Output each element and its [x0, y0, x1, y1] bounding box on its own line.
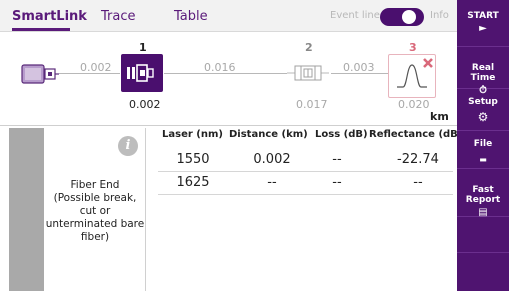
- col-header-distance: Distance (km): [229, 129, 308, 140]
- cell-laser: 1550: [176, 152, 210, 167]
- cell-distance: --: [267, 175, 277, 190]
- tab-bar: SmartLink Trace Table Event line Info: [0, 0, 457, 32]
- event-1-connector[interactable]: [121, 54, 163, 92]
- file-label: File: [473, 139, 493, 149]
- event-1-number: 1: [139, 41, 147, 54]
- start-button[interactable]: START ►: [457, 0, 509, 47]
- tab-trace[interactable]: Trace: [101, 9, 136, 24]
- event-info-panel: i Fiber End (Possible break, cut or unte…: [44, 128, 146, 291]
- info-label: Info: [430, 10, 449, 21]
- cell-loss: --: [332, 175, 342, 190]
- play-icon: ►: [479, 23, 487, 34]
- event-1-position: 0.002: [129, 98, 161, 111]
- menu-empty-slot: [457, 217, 509, 253]
- cell-distance: 0.002: [253, 152, 291, 167]
- real-time-label: Real Time: [470, 63, 496, 83]
- cell-laser: 1625: [176, 175, 210, 190]
- tab-table[interactable]: Table: [174, 9, 208, 24]
- row-divider: [158, 194, 453, 195]
- info-icon[interactable]: i: [118, 136, 138, 156]
- cell-reflectance: --: [413, 175, 423, 190]
- launch-cable-icon: [21, 63, 59, 85]
- distance-unit: km: [430, 110, 449, 123]
- segment-distance-1: 0.002: [80, 61, 112, 74]
- event-3-fiber-end[interactable]: [388, 54, 436, 98]
- event-2-splice[interactable]: [287, 54, 329, 92]
- event-line-label: Event line: [330, 10, 380, 21]
- setup-button[interactable]: Setup ⚙: [457, 89, 509, 131]
- fast-report-label: Fast Report: [465, 185, 501, 205]
- fast-report-button[interactable]: Fast Report ▤: [457, 169, 509, 218]
- fiber-end-reflection-icon: [397, 58, 433, 88]
- tab-smartlink[interactable]: SmartLink: [12, 9, 87, 24]
- event-color-strip: [9, 128, 44, 291]
- start-label: START: [467, 11, 499, 21]
- file-button[interactable]: File ▬: [457, 131, 509, 169]
- connector-icon: [127, 64, 154, 82]
- splice-icon: [287, 65, 329, 81]
- event-2-number: 2: [305, 41, 313, 54]
- col-header-reflectance: Reflectance (dB): [369, 129, 463, 140]
- col-header-loss: Loss (dB): [315, 129, 368, 140]
- results-table: Laser (nm) Distance (km) Loss (dB) Refle…: [150, 128, 462, 291]
- row-divider: [158, 171, 453, 172]
- folder-icon: ▬: [479, 155, 487, 164]
- event-description: Fiber End (Possible break, cut or unterm…: [45, 179, 145, 243]
- smartlink-diagram: 0.002 0.016 0.003 1 0.002 2 0.017 3 0.02…: [0, 33, 457, 126]
- active-tab-indicator: [12, 28, 70, 31]
- event-2-position: 0.017: [296, 98, 328, 111]
- segment-distance-3: 0.003: [343, 61, 375, 74]
- side-menu: START ► Real Time ⏱ Setup ⚙ File ▬ Fast …: [457, 0, 509, 291]
- cell-loss: --: [332, 152, 342, 167]
- toggle-knob: [402, 10, 416, 24]
- segment-distance-2: 0.016: [204, 61, 236, 74]
- col-header-laser: Laser (nm): [162, 129, 223, 140]
- event-line-info-toggle[interactable]: [380, 8, 424, 26]
- setup-label: Setup: [468, 97, 498, 107]
- gear-icon: ⚙: [477, 110, 489, 124]
- event-3-position: 0.020: [398, 98, 430, 111]
- cell-reflectance: -22.74: [397, 152, 439, 167]
- event-3-number: 3: [409, 41, 417, 54]
- real-time-button[interactable]: Real Time ⏱: [457, 47, 509, 96]
